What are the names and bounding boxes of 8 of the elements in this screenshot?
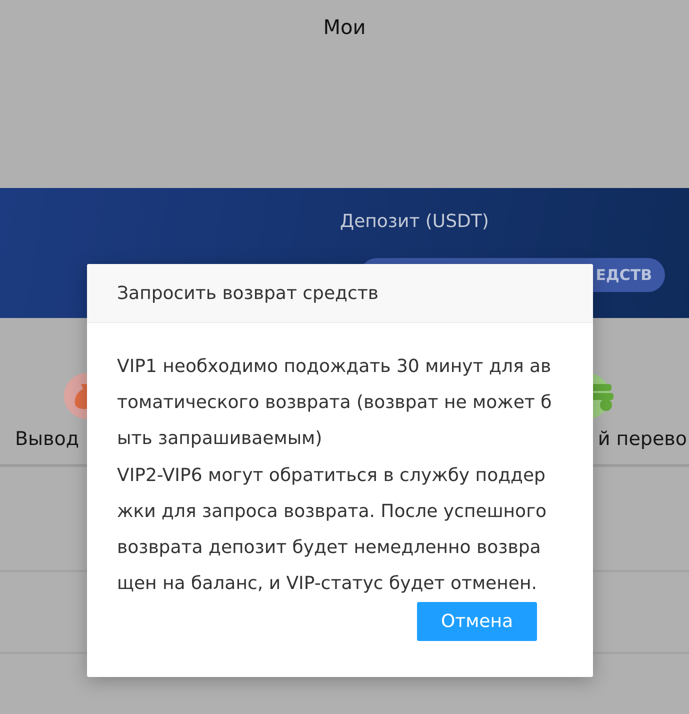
action-item[interactable]: Вывод	[0, 373, 87, 464]
action-item[interactable]: й перево	[593, 373, 689, 464]
page-title: Мои	[323, 15, 366, 39]
dialog-message: VIP2-VIP6 могут обратиться в службу поддержки для запроса возврата. После успешного возврата депозит будет немедленно возвращен на баланс, и VIP-статус будет отменен.	[117, 464, 548, 596]
dialog-message: VIP1 необходимо подождать 30 минут для автоматического возврата (возврат не может быть запрашиваемым)	[117, 355, 553, 452]
deposit-label: Депозит (USDT)	[340, 211, 489, 233]
dialog-title: Запросить возврат средств	[117, 282, 378, 304]
money-bag-icon	[62, 373, 87, 419]
